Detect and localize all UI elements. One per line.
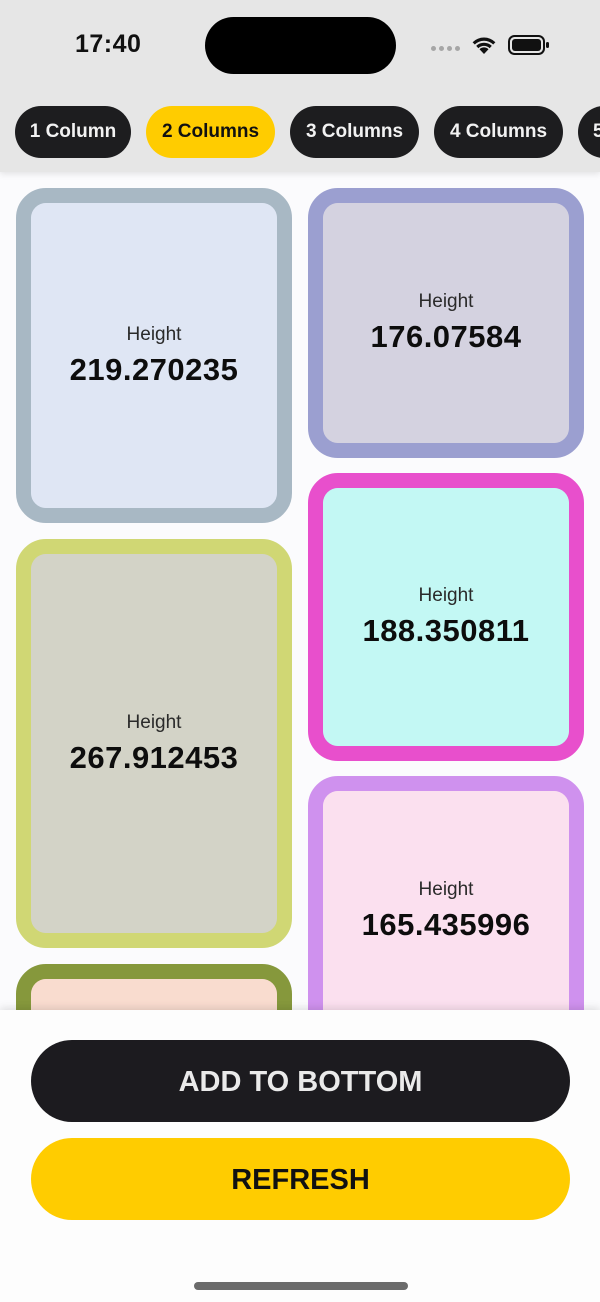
- tab-5-columns[interactable]: 5: [578, 106, 600, 158]
- wifi-icon: [472, 37, 496, 54]
- card-height-value: 165.435996: [361, 907, 531, 942]
- grid-card[interactable]: Height 188.350811: [308, 473, 584, 761]
- card-height-value: 188.350811: [362, 613, 530, 648]
- card-label: Height: [418, 291, 474, 312]
- tab-3-columns[interactable]: 3 Columns: [290, 106, 419, 158]
- status-bar: 17:40: [0, 0, 600, 92]
- tab-1-column[interactable]: 1 Column: [15, 106, 131, 158]
- status-time: 17:40: [75, 30, 142, 58]
- home-indicator[interactable]: [194, 1282, 408, 1290]
- card-label: Height: [418, 585, 474, 606]
- column-tabs: 1 Column 2 Columns 3 Columns 4 Columns 5: [0, 106, 600, 158]
- tab-2-columns[interactable]: 2 Columns: [146, 106, 275, 158]
- card-content: Height 219.270235: [31, 203, 277, 508]
- card-height-value: 267.912453: [69, 739, 239, 775]
- add-to-bottom-button[interactable]: ADD TO BOTTOM: [31, 1040, 570, 1122]
- refresh-button[interactable]: REFRESH: [31, 1138, 570, 1220]
- card-content: Height 176.07584: [323, 203, 569, 443]
- grid-card[interactable]: Height 267.912453: [16, 539, 292, 948]
- top-header: 17:40 1 Column 2 Columns 3 Columns 4 Col…: [0, 0, 600, 172]
- card-label: Height: [418, 879, 474, 900]
- card-label: Height: [126, 323, 182, 345]
- card-content: Height 188.350811: [323, 488, 569, 746]
- card-height-value: 176.07584: [370, 319, 522, 354]
- card-label: Height: [126, 711, 182, 733]
- bottom-action-panel: ADD TO BOTTOM REFRESH: [0, 1010, 600, 1302]
- dynamic-island: [205, 17, 396, 74]
- cellular-signal-icon: [431, 43, 463, 53]
- card-content: [31, 979, 277, 1010]
- card-height-value: 219.270235: [69, 351, 239, 387]
- grid-card[interactable]: Height 219.270235: [16, 188, 292, 523]
- grid-card[interactable]: Height 165.435996: [308, 776, 584, 1010]
- battery-icon: [508, 35, 549, 55]
- grid-card[interactable]: Height 176.07584: [308, 188, 584, 458]
- card-content: Height 165.435996: [323, 791, 569, 1010]
- grid-card[interactable]: [16, 964, 292, 1010]
- card-content: Height 267.912453: [31, 554, 277, 933]
- tab-4-columns[interactable]: 4 Columns: [434, 106, 563, 158]
